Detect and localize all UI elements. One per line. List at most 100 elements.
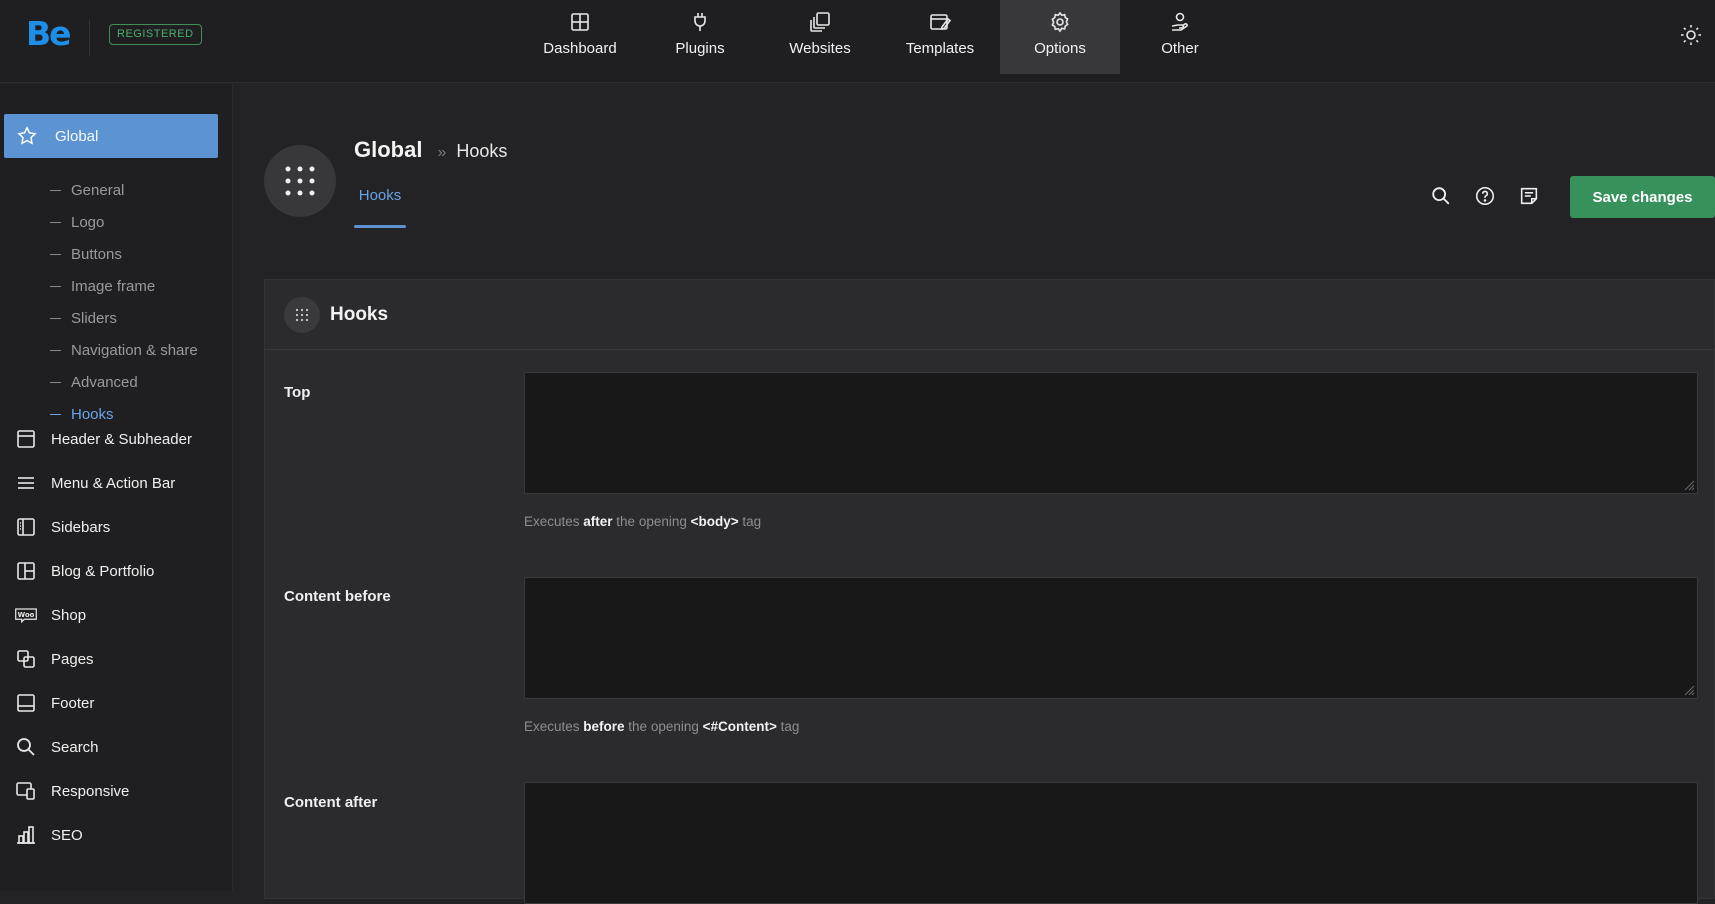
sidebar-main-items: Header & Subheader Menu & Action Bar Sid… bbox=[0, 417, 192, 857]
nav-options-label: Options bbox=[1034, 40, 1086, 57]
plug-icon bbox=[694, 13, 706, 31]
help-tag: <body> bbox=[690, 514, 739, 529]
nav-options[interactable]: Options bbox=[1000, 0, 1120, 74]
search-icon bbox=[17, 738, 35, 756]
search-icon[interactable] bbox=[1430, 185, 1452, 207]
pages-icon bbox=[17, 650, 35, 668]
grid-dots-icon bbox=[295, 308, 309, 321]
panel-title: Hooks bbox=[330, 303, 389, 325]
breadcrumb-separator: » bbox=[437, 144, 447, 161]
sidebar-item-label: SEO bbox=[51, 826, 83, 844]
help-icon[interactable] bbox=[1474, 185, 1496, 207]
subitem-sliders[interactable]: Sliders bbox=[50, 302, 198, 334]
subitem-navigation-share[interactable]: Navigation & share bbox=[50, 334, 198, 366]
field-help-top: Executes after the opening <body> tag bbox=[524, 514, 761, 529]
help-text: tag bbox=[776, 719, 800, 734]
subitem-general[interactable]: General bbox=[50, 174, 198, 206]
subitem-image-frame[interactable]: Image frame bbox=[50, 270, 198, 302]
sidebar-item-footer[interactable]: Footer bbox=[0, 681, 192, 725]
breadcrumb-current: Hooks bbox=[456, 141, 508, 161]
subitem-label: Image frame bbox=[71, 277, 156, 295]
responsive-icon bbox=[16, 782, 35, 800]
svg-text:Woo: Woo bbox=[18, 611, 35, 619]
nav-other[interactable]: Other bbox=[1120, 0, 1240, 74]
hooks-panel: Hooks Top Executes after the opening <bo… bbox=[264, 279, 1715, 904]
woo-icon: Woo bbox=[15, 608, 37, 624]
header-icon bbox=[17, 430, 35, 448]
sun-icon[interactable] bbox=[1679, 23, 1703, 47]
nav-templates[interactable]: Templates bbox=[880, 0, 1000, 74]
nav-plugins[interactable]: Plugins bbox=[640, 0, 760, 74]
subitem-label: Logo bbox=[71, 213, 105, 231]
sidebar-subitems: General Logo Buttons Image frame Sliders… bbox=[50, 174, 198, 430]
sidebar: Global General Logo Buttons Image frame … bbox=[0, 84, 233, 891]
logo[interactable]: Be bbox=[26, 14, 72, 53]
nav-dashboard-label: Dashboard bbox=[543, 40, 617, 57]
grid-dots-icon bbox=[285, 166, 315, 196]
subitem-advanced[interactable]: Advanced bbox=[50, 366, 198, 398]
blog-icon bbox=[17, 562, 35, 580]
sidebar-item-shop[interactable]: Woo Shop bbox=[0, 593, 192, 637]
footer-icon bbox=[17, 694, 35, 712]
nav-other-label: Other bbox=[1161, 40, 1199, 57]
subitem-label: General bbox=[71, 181, 125, 199]
subitem-label: Sliders bbox=[71, 309, 117, 327]
top-bar: Be REGISTERED Dashboard Plugins Websites… bbox=[0, 0, 1715, 83]
help-bold: before bbox=[583, 719, 625, 734]
seo-icon bbox=[17, 826, 35, 844]
tab-hooks[interactable]: Hooks bbox=[354, 187, 406, 204]
nav-dashboard[interactable]: Dashboard bbox=[520, 0, 640, 74]
help-text: tag bbox=[738, 514, 762, 529]
divider bbox=[89, 20, 90, 56]
menu-icon bbox=[18, 477, 34, 489]
sidebar-item-sidebars[interactable]: Sidebars bbox=[0, 505, 192, 549]
sidebar-item-label: Sidebars bbox=[51, 518, 111, 536]
sidebar-item-label: Footer bbox=[51, 694, 95, 712]
subitem-label: Buttons bbox=[71, 245, 122, 263]
sidebar-item-label: Shop bbox=[51, 606, 87, 624]
breadcrumb: Global » Hooks bbox=[354, 137, 507, 163]
subitem-label: Navigation & share bbox=[71, 341, 198, 359]
field-label-content-before: Content before bbox=[284, 588, 391, 605]
sidebar-item-label: Global bbox=[55, 127, 99, 145]
gear-icon bbox=[1051, 11, 1069, 33]
subitem-label: Advanced bbox=[71, 373, 138, 391]
sidebar-item-seo[interactable]: SEO bbox=[0, 813, 192, 857]
top-hook-textarea[interactable] bbox=[524, 372, 1698, 494]
panel-icon bbox=[284, 296, 320, 333]
field-label-content-after: Content after bbox=[284, 794, 378, 811]
tab-underline bbox=[354, 225, 406, 228]
sidebar-item-menu[interactable]: Menu & Action Bar bbox=[0, 461, 192, 505]
subitem-logo[interactable]: Logo bbox=[50, 206, 198, 238]
panel-header: Hooks bbox=[265, 280, 1714, 350]
content-before-textarea[interactable] bbox=[524, 577, 1698, 699]
main-nav: Dashboard Plugins Websites Templates Opt… bbox=[520, 0, 1240, 74]
notes-icon[interactable] bbox=[1518, 185, 1540, 207]
main-content: Global » Hooks Hooks Save changes Hooks … bbox=[234, 84, 1715, 904]
sidebar-item-search[interactable]: Search bbox=[0, 725, 192, 769]
content-after-textarea[interactable] bbox=[524, 782, 1698, 904]
sidebar-item-header[interactable]: Header & Subheader bbox=[0, 417, 192, 461]
field-help-content-before: Executes before the opening <#Content> t… bbox=[524, 719, 799, 734]
help-tag: <#Content> bbox=[702, 719, 777, 734]
sidebar-item-label: Header & Subheader bbox=[51, 430, 192, 448]
subitem-buttons[interactable]: Buttons bbox=[50, 238, 198, 270]
sidebar-item-blog[interactable]: Blog & Portfolio bbox=[0, 549, 192, 593]
sidebar-item-label: Pages bbox=[51, 650, 94, 668]
save-button[interactable]: Save changes bbox=[1570, 176, 1715, 218]
help-text: Executes bbox=[524, 719, 584, 734]
breadcrumb-parent[interactable]: Global bbox=[354, 137, 422, 163]
dashboard-icon bbox=[571, 13, 589, 31]
templates-icon bbox=[930, 14, 952, 31]
sidebar-item-label: Menu & Action Bar bbox=[51, 474, 176, 492]
nav-websites-label: Websites bbox=[789, 40, 851, 57]
resize-handle-icon[interactable] bbox=[1683, 479, 1695, 491]
sidebar-item-responsive[interactable]: Responsive bbox=[0, 769, 192, 813]
page-icon bbox=[264, 145, 336, 217]
nav-websites[interactable]: Websites bbox=[760, 0, 880, 74]
sidebar-item-pages[interactable]: Pages bbox=[0, 637, 192, 681]
resize-handle-icon[interactable] bbox=[1683, 684, 1695, 696]
field-label-top: Top bbox=[284, 384, 311, 401]
sidebar-item-global[interactable]: Global bbox=[4, 114, 218, 158]
sidebars-icon bbox=[17, 518, 35, 536]
